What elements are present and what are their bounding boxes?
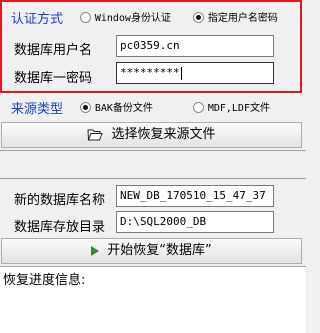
choose-source-button[interactable]: 选择恢复来源文件 <box>1 122 302 148</box>
divider-mid <box>0 178 306 179</box>
auth-radio-custom[interactable] <box>193 12 204 23</box>
source-radio-mdf[interactable] <box>193 102 204 113</box>
play-icon <box>91 245 100 256</box>
progress-label: 恢复进度信息: <box>3 273 86 288</box>
auth-option-custom[interactable]: 指定用户名密码 <box>193 9 278 24</box>
progress-panel: 恢复进度信息: <box>0 266 306 333</box>
auth-label: 认证方式 <box>11 12 64 27</box>
auth-radio-windows[interactable] <box>80 12 91 23</box>
auth-option-windows-label: Window身份认证 <box>94 13 171 24</box>
source-option-mdf-label: MDF,LDF文件 <box>207 103 270 114</box>
divider-top <box>0 150 306 151</box>
username-label: 数据库用户名 <box>14 43 93 58</box>
db-dir-field[interactable]: D:\SQL2000_DB <box>116 211 274 233</box>
username-field[interactable]: pc0359.cn <box>116 35 274 57</box>
password-value: ********* <box>120 66 180 79</box>
new-db-label: 新的数据库名称 <box>14 193 106 208</box>
auth-option-custom-label: 指定用户名密码 <box>207 13 278 24</box>
password-label: 数据库一密码 <box>14 71 93 86</box>
source-option-bak-label: BAK备份文件 <box>94 103 153 114</box>
folder-open-icon <box>87 129 104 141</box>
choose-source-label: 选择恢复来源文件 <box>111 127 216 142</box>
source-radio-bak[interactable] <box>80 102 91 113</box>
password-field[interactable]: ********* <box>116 62 274 84</box>
db-dir-label: 数据库存放目录 <box>14 220 106 235</box>
text-caret <box>180 66 182 80</box>
source-option-mdf[interactable]: MDF,LDF文件 <box>193 99 270 114</box>
auth-option-windows[interactable]: Window身份认证 <box>80 9 171 24</box>
source-option-bak[interactable]: BAK备份文件 <box>80 99 153 114</box>
start-restore-button[interactable]: 开始恢复“数据库” <box>1 238 302 264</box>
source-label: 来源类型 <box>11 102 64 117</box>
new-db-field[interactable]: NEW_DB_170510_15_47_37 <box>116 185 274 207</box>
start-restore-label: 开始恢复“数据库” <box>107 243 212 258</box>
